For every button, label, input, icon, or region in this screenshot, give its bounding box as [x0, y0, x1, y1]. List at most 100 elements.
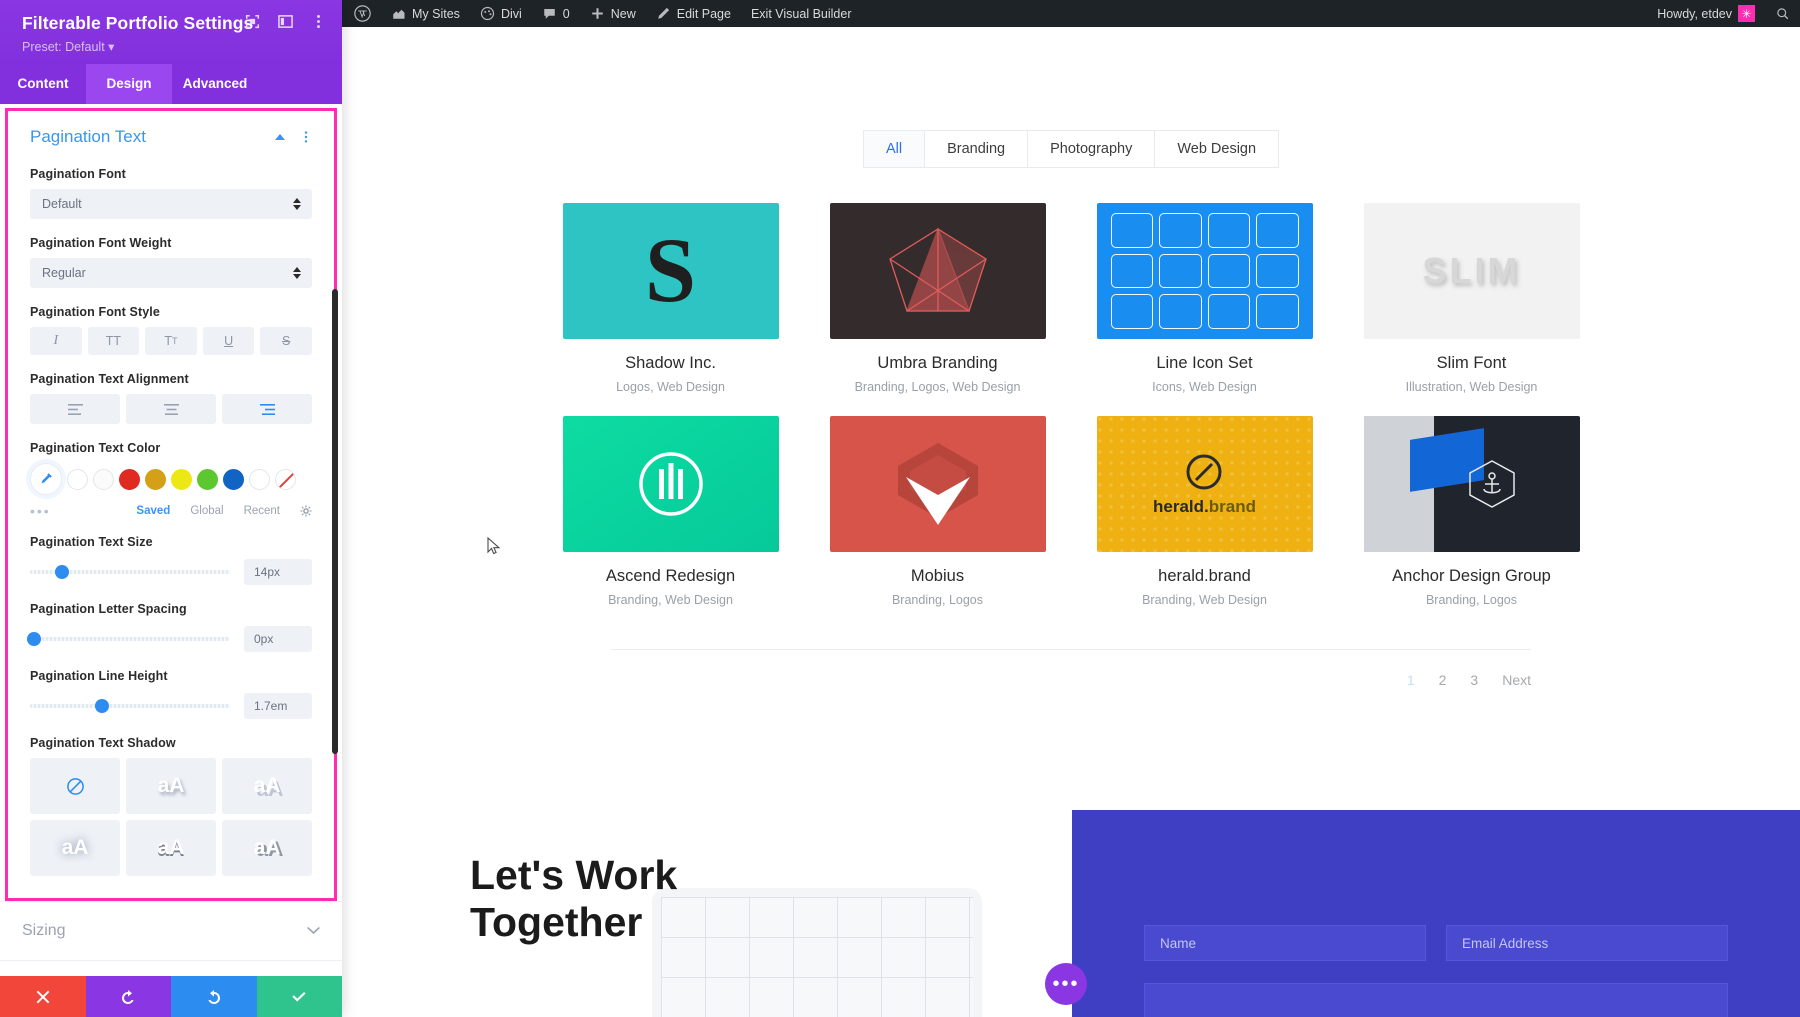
- text-shadow-preset-5-button[interactable]: aA: [222, 820, 312, 876]
- slider-knob[interactable]: [55, 565, 69, 579]
- tab-advanced[interactable]: Advanced: [172, 64, 258, 104]
- more-colors-icon[interactable]: •••: [30, 504, 51, 518]
- color-swatch-none[interactable]: [275, 469, 296, 490]
- letter-spacing-slider[interactable]: [30, 637, 230, 641]
- color-tab-recent[interactable]: Recent: [244, 505, 280, 517]
- text-shadow-preset-2-button[interactable]: aA: [222, 758, 312, 814]
- portfolio-thumbnail[interactable]: [1097, 203, 1313, 339]
- chevron-up-icon[interactable]: [274, 131, 286, 143]
- text-shadow-preset-3-button[interactable]: aA: [30, 820, 120, 876]
- modal-scrollbar[interactable]: [332, 289, 338, 754]
- accordion-spacing[interactable]: Spacing: [0, 960, 342, 976]
- adminbar-item-new[interactable]: New: [580, 0, 646, 27]
- color-picker-button[interactable]: [30, 463, 62, 495]
- color-swatch-yellow[interactable]: [171, 469, 192, 490]
- filter-tab-web-design[interactable]: Web Design: [1155, 130, 1279, 168]
- adminbar-item-my-sites[interactable]: My Sites: [381, 0, 470, 27]
- color-swatch-white-2[interactable]: [93, 469, 114, 490]
- color-tab-global[interactable]: Global: [190, 505, 223, 517]
- letter-spacing-value[interactable]: 0px: [244, 626, 312, 652]
- underline-button[interactable]: U: [203, 327, 255, 355]
- color-swatch-gold[interactable]: [145, 469, 166, 490]
- portfolio-item[interactable]: S Shadow Inc. Logos, Web Design: [563, 203, 779, 394]
- preset-selector[interactable]: Preset: Default ▾: [22, 39, 324, 54]
- more-options-icon[interactable]: [311, 14, 326, 29]
- portfolio-thumbnail[interactable]: herald.brand: [1097, 416, 1313, 552]
- text-shadow-preset-4-button[interactable]: aA: [126, 820, 216, 876]
- portfolio-item[interactable]: Anchor Design Group Branding, Logos: [1364, 416, 1580, 607]
- save-button[interactable]: [257, 976, 343, 1017]
- adminbar-howdy[interactable]: Howdy, etdev ✳: [1647, 0, 1765, 27]
- adminbar-item-comments[interactable]: 0: [532, 0, 580, 27]
- more-options-icon[interactable]: [300, 131, 312, 143]
- accordion-sizing[interactable]: Sizing: [0, 901, 342, 960]
- slider-knob[interactable]: [27, 632, 41, 646]
- filter-tab-branding[interactable]: Branding: [925, 130, 1028, 168]
- text-size-slider[interactable]: [30, 570, 230, 574]
- portfolio-thumbnail[interactable]: [563, 416, 779, 552]
- portfolio-item[interactable]: Mobius Branding, Logos: [830, 416, 1046, 607]
- portfolio-item[interactable]: Line Icon Set Icons, Web Design: [1097, 203, 1313, 394]
- color-swatch-green[interactable]: [197, 469, 218, 490]
- name-field[interactable]: Name: [1144, 925, 1426, 961]
- gear-icon[interactable]: [300, 505, 312, 517]
- align-right-button[interactable]: [222, 394, 312, 424]
- floating-action-button[interactable]: •••: [1045, 963, 1087, 1005]
- cancel-button[interactable]: [0, 976, 86, 1017]
- portfolio-categories: Branding, Web Design: [563, 593, 779, 607]
- adminbar-wp-logo[interactable]: [342, 0, 381, 27]
- pagination-page-3[interactable]: 3: [1470, 672, 1478, 688]
- color-swatch-blue[interactable]: [223, 469, 244, 490]
- color-swatch-white-1[interactable]: [67, 469, 88, 490]
- email-field[interactable]: Email Address: [1446, 925, 1728, 961]
- pagination-next[interactable]: Next: [1502, 672, 1531, 688]
- line-height-value[interactable]: 1.7em: [244, 693, 312, 719]
- portfolio-item[interactable]: SLIM Slim Font Illustration, Web Design: [1364, 203, 1580, 394]
- adminbar-item-edit-page[interactable]: Edit Page: [646, 0, 741, 27]
- text-shadow-none-button[interactable]: [30, 758, 120, 814]
- text-size-value[interactable]: 14px: [244, 559, 312, 585]
- line-height-slider[interactable]: [30, 704, 230, 708]
- portfolio-thumbnail[interactable]: SLIM: [1364, 203, 1580, 339]
- italic-button[interactable]: I: [30, 327, 82, 355]
- portfolio-title: Mobius: [830, 567, 1046, 586]
- pagination-text-color-label: Pagination Text Color: [30, 441, 312, 455]
- slider-knob[interactable]: [95, 699, 109, 713]
- pagination-font-select[interactable]: Default: [30, 189, 312, 219]
- line-icon-cell: [1111, 254, 1154, 289]
- text-shadow-preset-1-button[interactable]: aA: [126, 758, 216, 814]
- message-field[interactable]: [1144, 983, 1728, 1017]
- small-caps-button[interactable]: TT: [145, 327, 197, 355]
- color-tab-saved[interactable]: Saved: [136, 505, 170, 517]
- color-source-links: Saved Global Recent: [136, 505, 312, 517]
- color-swatch-white-3[interactable]: [249, 469, 270, 490]
- color-swatch-red[interactable]: [119, 469, 140, 490]
- tab-design[interactable]: Design: [86, 64, 172, 104]
- undo-button[interactable]: [86, 976, 172, 1017]
- adminbar-item-divi[interactable]: Divi: [470, 0, 532, 27]
- portfolio-thumbnail[interactable]: [830, 416, 1046, 552]
- uppercase-button[interactable]: TT: [88, 327, 140, 355]
- redo-button[interactable]: [171, 976, 257, 1017]
- tab-content[interactable]: Content: [0, 64, 86, 104]
- align-left-button[interactable]: [30, 394, 120, 424]
- pagination-page-1[interactable]: 1: [1407, 672, 1415, 688]
- pagination-page-2[interactable]: 2: [1439, 672, 1447, 688]
- responsive-view-icon[interactable]: [245, 14, 260, 29]
- adminbar-item-exit-visual-builder[interactable]: Exit Visual Builder: [741, 0, 862, 27]
- portfolio-item[interactable]: Ascend Redesign Branding, Web Design: [563, 416, 779, 607]
- filter-tab-photography[interactable]: Photography: [1028, 130, 1155, 168]
- portfolio-item[interactable]: Umbra Branding Branding, Logos, Web Desi…: [830, 203, 1046, 394]
- line-icon-cell: [1111, 294, 1154, 329]
- filter-tab-all[interactable]: All: [863, 130, 925, 168]
- portfolio-thumbnail[interactable]: [1364, 416, 1580, 552]
- align-center-button[interactable]: [126, 394, 216, 424]
- herald-word-1: herald.: [1153, 497, 1209, 516]
- portfolio-item[interactable]: herald.brand herald.brand Branding, Web …: [1097, 416, 1313, 607]
- adminbar-search[interactable]: [1765, 0, 1800, 27]
- strikethrough-button[interactable]: S: [260, 327, 312, 355]
- layout-icon[interactable]: [278, 14, 293, 29]
- portfolio-thumbnail[interactable]: [830, 203, 1046, 339]
- portfolio-thumbnail[interactable]: S: [563, 203, 779, 339]
- pagination-font-weight-select[interactable]: Regular: [30, 258, 312, 288]
